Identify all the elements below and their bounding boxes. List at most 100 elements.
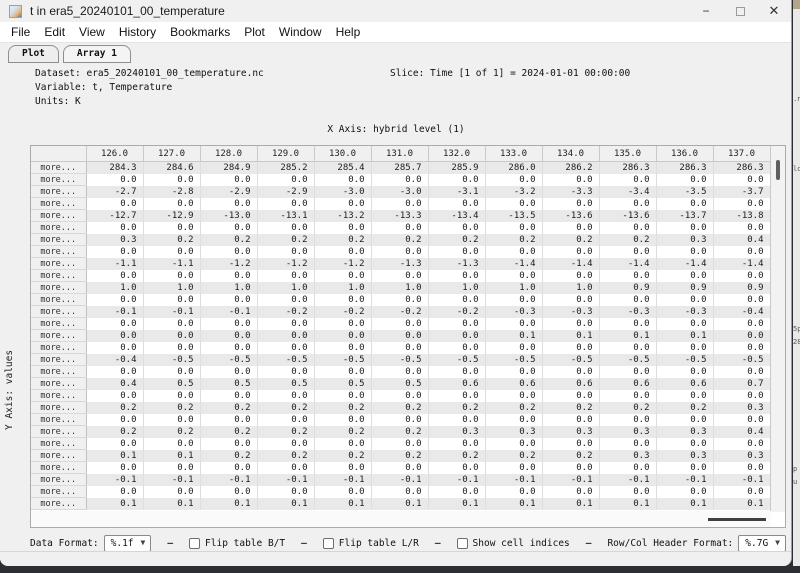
cell[interactable]: 0.0 — [86, 270, 143, 282]
cell[interactable]: 0.2 — [428, 450, 485, 462]
menu-edit[interactable]: Edit — [37, 25, 72, 39]
cell[interactable]: -0.5 — [371, 354, 428, 366]
cell[interactable]: 0.0 — [713, 318, 770, 330]
cell[interactable]: 0.2 — [86, 426, 143, 438]
cell[interactable]: 0.0 — [86, 198, 143, 210]
cell[interactable]: 285.2 — [257, 162, 314, 174]
cell[interactable]: 0.2 — [485, 234, 542, 246]
cell[interactable]: 0.0 — [656, 174, 713, 186]
cell[interactable]: 285.9 — [428, 162, 485, 174]
close-button[interactable]: ✕ — [757, 0, 791, 22]
cell[interactable]: -3.2 — [485, 186, 542, 198]
cell[interactable]: 0.0 — [314, 462, 371, 474]
cell[interactable]: 0.0 — [713, 438, 770, 450]
cell[interactable]: 0.0 — [485, 390, 542, 402]
cell[interactable]: 0.0 — [371, 330, 428, 342]
row-header-more[interactable]: more... — [31, 330, 86, 342]
row-header-more[interactable]: more... — [31, 426, 86, 438]
cell[interactable]: 0.0 — [542, 174, 599, 186]
cell[interactable]: 0.0 — [143, 270, 200, 282]
cell[interactable]: -3.1 — [428, 186, 485, 198]
row-header-more[interactable]: more... — [31, 366, 86, 378]
cell[interactable]: 0.0 — [656, 294, 713, 306]
cell[interactable]: 0.0 — [542, 294, 599, 306]
cell[interactable]: -13.2 — [314, 210, 371, 222]
cell[interactable]: 0.0 — [371, 414, 428, 426]
cell[interactable]: 0.6 — [428, 378, 485, 390]
flip-bt-checkbox[interactable] — [189, 538, 200, 549]
cell[interactable]: 0.0 — [428, 294, 485, 306]
cell[interactable]: -0.5 — [428, 354, 485, 366]
cell[interactable]: 0.0 — [713, 198, 770, 210]
cell[interactable]: 0.2 — [371, 426, 428, 438]
cell[interactable]: 0.0 — [713, 246, 770, 258]
horizontal-scrollbar-thumb[interactable] — [708, 518, 766, 521]
cell[interactable]: 0.2 — [485, 450, 542, 462]
cell[interactable]: 0.1 — [542, 498, 599, 510]
cell[interactable]: 0.0 — [314, 330, 371, 342]
cell[interactable]: 1.0 — [143, 282, 200, 294]
cell[interactable]: 0.1 — [314, 498, 371, 510]
cell[interactable]: -0.3 — [485, 306, 542, 318]
cell[interactable]: 0.0 — [200, 462, 257, 474]
cell[interactable]: 0.1 — [257, 498, 314, 510]
cell[interactable]: 0.1 — [200, 498, 257, 510]
cell[interactable]: 0.0 — [428, 246, 485, 258]
cell[interactable]: 0.3 — [485, 426, 542, 438]
cell[interactable]: -13.7 — [656, 210, 713, 222]
cell[interactable]: 0.1 — [143, 498, 200, 510]
cell[interactable]: 0.2 — [542, 402, 599, 414]
vertical-scrollbar[interactable] — [770, 146, 785, 512]
cell[interactable]: 0.0 — [656, 366, 713, 378]
cell[interactable]: -0.3 — [656, 306, 713, 318]
cell[interactable]: 0.0 — [428, 318, 485, 330]
cell[interactable]: -2.7 — [86, 186, 143, 198]
cell[interactable]: 0.0 — [257, 486, 314, 498]
cell[interactable]: 0.0 — [656, 438, 713, 450]
row-header-more[interactable]: more... — [31, 498, 86, 510]
cell[interactable]: 0.0 — [143, 366, 200, 378]
cell[interactable]: -0.1 — [86, 306, 143, 318]
cell[interactable]: 284.9 — [200, 162, 257, 174]
cell[interactable]: 0.0 — [200, 342, 257, 354]
cell[interactable]: -2.8 — [143, 186, 200, 198]
cell[interactable]: 0.0 — [257, 438, 314, 450]
cell[interactable]: 0.3 — [656, 234, 713, 246]
cell[interactable]: 0.1 — [485, 330, 542, 342]
cell[interactable]: 0.0 — [371, 438, 428, 450]
row-header-more[interactable]: more... — [31, 486, 86, 498]
cell[interactable]: 0.2 — [656, 402, 713, 414]
row-header-more[interactable]: more... — [31, 342, 86, 354]
cell[interactable]: 0.0 — [86, 342, 143, 354]
cell[interactable]: 0.0 — [200, 222, 257, 234]
cell[interactable]: 0.1 — [713, 498, 770, 510]
cell[interactable]: 0.0 — [713, 486, 770, 498]
cell[interactable]: 0.0 — [200, 486, 257, 498]
cell[interactable]: 0.3 — [599, 426, 656, 438]
cell[interactable]: 0.0 — [143, 438, 200, 450]
cell[interactable]: 284.6 — [143, 162, 200, 174]
cell[interactable]: 0.0 — [485, 246, 542, 258]
cell[interactable]: -1.2 — [314, 258, 371, 270]
cell[interactable]: 0.0 — [656, 222, 713, 234]
cell[interactable]: 0.0 — [257, 342, 314, 354]
cell[interactable]: 0.0 — [542, 246, 599, 258]
cell[interactable]: 0.0 — [314, 366, 371, 378]
cell[interactable]: 0.0 — [428, 330, 485, 342]
cell[interactable]: 0.0 — [599, 462, 656, 474]
cell[interactable]: 0.0 — [485, 198, 542, 210]
cell[interactable]: 0.0 — [200, 318, 257, 330]
cell[interactable]: -0.4 — [86, 354, 143, 366]
cell[interactable]: 0.0 — [371, 270, 428, 282]
cell[interactable]: 0.0 — [713, 330, 770, 342]
cell[interactable]: -0.4 — [713, 306, 770, 318]
menu-file[interactable]: File — [4, 25, 37, 39]
cell[interactable]: 0.0 — [542, 318, 599, 330]
cell[interactable]: 0.2 — [314, 402, 371, 414]
cell[interactable]: -0.5 — [200, 354, 257, 366]
cell[interactable]: -0.1 — [485, 474, 542, 486]
cell[interactable]: 0.0 — [200, 270, 257, 282]
cell[interactable]: 0.0 — [143, 222, 200, 234]
cell[interactable]: 0.1 — [542, 330, 599, 342]
cell[interactable]: 0.0 — [599, 486, 656, 498]
